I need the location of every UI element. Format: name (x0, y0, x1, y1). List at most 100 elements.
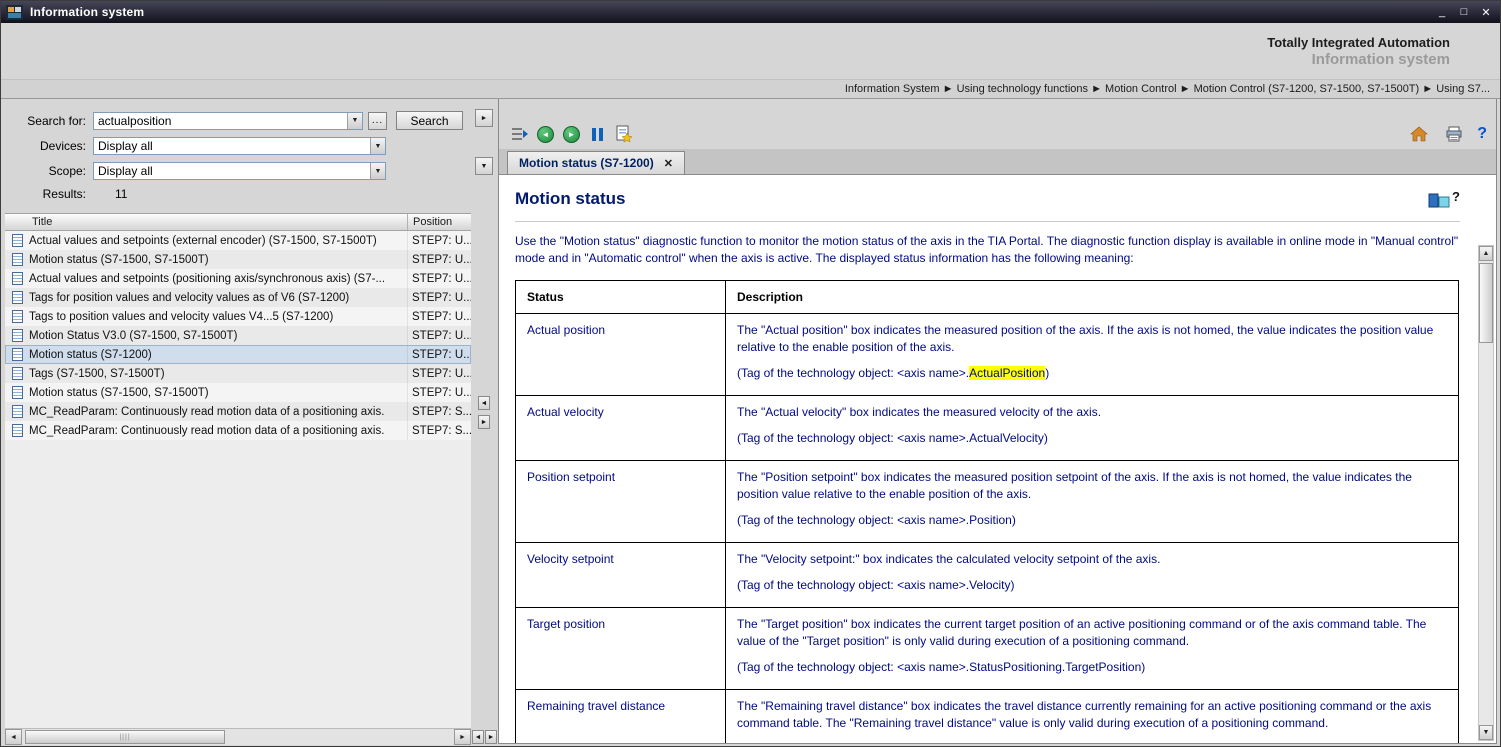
result-position: STEP7: U... (407, 364, 471, 383)
splitter-expand-right-button[interactable]: ► (478, 415, 490, 429)
scroll-up-icon[interactable]: ▲ (1479, 246, 1493, 261)
tag-line: (Tag of the technology object: <axis nam… (737, 365, 1447, 382)
tab-motion-status[interactable]: Motion status (S7-1200) ✕ (507, 151, 685, 174)
search-input-value: actualposition (94, 113, 347, 129)
result-row[interactable]: Tags to position values and velocity val… (5, 307, 471, 326)
breadcrumb-text: Information System ► Using technology fu… (845, 83, 1490, 95)
forward-button[interactable]: ► (560, 123, 583, 145)
help-content-panel: ◄ ► (498, 99, 1497, 744)
column-header-status: Status (516, 280, 726, 313)
document-icon (12, 405, 23, 418)
result-row[interactable]: MC_ReadParam: Continuously read motion d… (5, 421, 471, 440)
status-cell: Actual position (516, 313, 726, 395)
scope-dropdown-icon[interactable]: ▼ (370, 163, 385, 179)
scroll-left-icon[interactable]: ◄ (5, 729, 22, 745)
result-row[interactable]: Actual values and setpoints (external en… (5, 231, 471, 250)
devices-dropdown-icon[interactable]: ▼ (370, 138, 385, 154)
splitter-bottom-right-button[interactable]: ► (485, 730, 497, 744)
minimize-button[interactable]: _ (1433, 4, 1451, 20)
result-row[interactable]: Motion status (S7-1500, S7-1500T) STEP7:… (5, 250, 471, 269)
result-row[interactable]: MC_ReadParam: Continuously read motion d… (5, 402, 471, 421)
splitter-bottom-left-button[interactable]: ◄ (472, 730, 484, 744)
horizontal-scrollbar-track[interactable]: |||| (22, 729, 454, 745)
maximize-button[interactable]: □ (1455, 4, 1473, 20)
print-icon[interactable] (1442, 123, 1465, 145)
home-icon[interactable] (1407, 123, 1430, 145)
table-row-remaining-travel-distance: Remaining travel distance The "Remaining… (516, 689, 1459, 743)
vertical-scrollbar[interactable]: ▲ ▼ (1478, 245, 1494, 741)
table-row-target-position: Target position The "Target position" bo… (516, 607, 1459, 689)
status-cell: Actual velocity (516, 395, 726, 460)
scroll-right-icon[interactable]: ► (454, 729, 471, 745)
scope-select[interactable]: Display all ▼ (93, 162, 386, 180)
devices-value: Display all (94, 138, 370, 154)
locate-in-contents-icon[interactable] (508, 123, 531, 145)
result-row-selected[interactable]: Motion status (S7-1200) STEP7: U... (5, 345, 471, 364)
browse-button[interactable]: ... (368, 112, 387, 130)
result-row[interactable]: Motion Status V3.0 (S7-1500, S7-1500T) S… (5, 326, 471, 345)
result-row[interactable]: Tags (S7-1500, S7-1500T) STEP7: U... (5, 364, 471, 383)
description-text: The "Position setpoint" box indicates th… (737, 469, 1447, 504)
title-bar: Information system _ □ ✕ (1, 1, 1500, 23)
window-controls: _ □ ✕ (1433, 4, 1495, 20)
search-form: Search for: actualposition ▼ ... Search … (5, 99, 471, 201)
document-icon (12, 291, 23, 304)
horizontal-scrollbar-thumb[interactable]: |||| (25, 730, 225, 744)
document-tab-bar: Motion status (S7-1200) ✕ (499, 149, 1496, 175)
brand-line-1: Totally Integrated Automation (1267, 35, 1450, 50)
back-button[interactable]: ◄ (534, 123, 557, 145)
devices-select[interactable]: Display all ▼ (93, 137, 386, 155)
column-header-title[interactable]: Title (5, 214, 408, 230)
splitter-collapse-left-button[interactable]: ◄ (478, 396, 490, 410)
pause-loading-icon[interactable] (586, 123, 609, 145)
page-title: Motion status (515, 189, 626, 209)
result-title: Tags for position values and velocity va… (29, 292, 407, 304)
show-contents-pane-icon[interactable]: ? (1428, 189, 1460, 209)
status-cell: Velocity setpoint (516, 542, 726, 607)
tag-prefix: (Tag of the technology object: <axis nam… (737, 431, 1048, 445)
tab-close-icon[interactable]: ✕ (664, 157, 673, 170)
result-row[interactable]: Tags for position values and velocity va… (5, 288, 471, 307)
result-position: STEP7: U... (407, 288, 471, 307)
column-header-position[interactable]: Position (408, 214, 471, 230)
document-icon (12, 329, 23, 342)
collapse-down-button[interactable]: ▼ (475, 157, 493, 175)
result-row[interactable]: Motion status (S7-1500, S7-1500T) STEP7:… (5, 383, 471, 402)
breadcrumb[interactable]: Information System ► Using technology fu… (1, 79, 1500, 99)
help-icon[interactable]: ? (1477, 125, 1487, 143)
results-empty-area (5, 440, 471, 728)
table-header-row: Status Description (516, 280, 1459, 313)
tia-portal-icon (6, 5, 23, 20)
search-hit-highlight: ActualPosition (969, 366, 1045, 380)
document-icon (12, 310, 23, 323)
scroll-down-icon[interactable]: ▼ (1479, 725, 1493, 740)
search-dropdown-icon[interactable]: ▼ (347, 113, 362, 129)
scope-label: Scope: (5, 164, 93, 178)
vertical-scrollbar-thumb[interactable] (1479, 263, 1493, 343)
status-cell: Target position (516, 607, 726, 689)
topic-header: Motion status ? (515, 183, 1460, 222)
expand-contents-button[interactable]: ► (475, 109, 493, 127)
scope-value: Display all (94, 163, 370, 179)
result-row[interactable]: Actual values and setpoints (positioning… (5, 269, 471, 288)
panel-splitter[interactable]: ► ▼ ◄ ► ◄ ► (471, 99, 498, 745)
result-position: STEP7: S... (407, 402, 471, 421)
result-position: STEP7: U... (407, 250, 471, 269)
document-icon (12, 424, 23, 437)
window-title: Information system (30, 5, 144, 19)
help-toolbar: ◄ ► (499, 119, 1496, 149)
description-text: The "Target position" box indicates the … (737, 616, 1447, 651)
horizontal-scrollbar[interactable]: ◄ |||| ► (5, 728, 471, 745)
add-favorite-icon[interactable] (612, 123, 635, 145)
toolbar-right-group: ? (1407, 123, 1487, 145)
vertical-scrollbar-track[interactable] (1479, 261, 1493, 725)
search-input[interactable]: actualposition ▼ (93, 112, 363, 130)
document-icon (12, 272, 23, 285)
document-icon (12, 367, 23, 380)
close-button[interactable]: ✕ (1477, 4, 1495, 20)
result-title: Tags (S7-1500, S7-1500T) (29, 368, 407, 380)
main-area: Search for: actualposition ▼ ... Search … (1, 99, 1500, 745)
result-title: MC_ReadParam: Continuously read motion d… (29, 425, 407, 437)
intro-paragraph: Use the "Motion status" diagnostic funct… (515, 233, 1460, 267)
search-button[interactable]: Search (396, 111, 463, 130)
